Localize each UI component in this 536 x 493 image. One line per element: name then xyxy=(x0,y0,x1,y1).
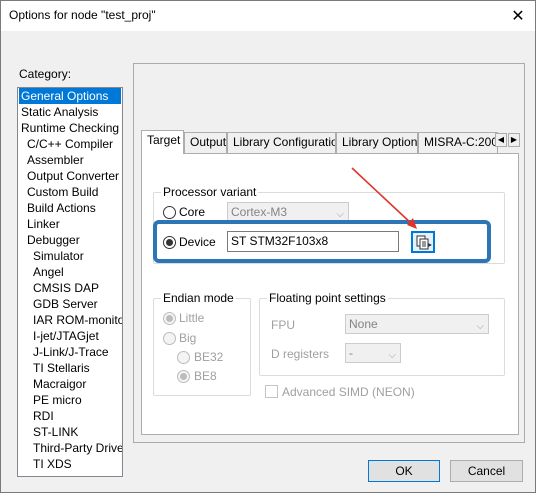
be8-label: BE8 xyxy=(194,369,217,383)
category-item-pe-micro[interactable]: PE micro xyxy=(19,392,121,408)
big-label: Big xyxy=(179,331,197,345)
be32-radio[interactable] xyxy=(177,351,190,364)
be32-label: BE32 xyxy=(194,350,224,364)
d-registers-label: D registers xyxy=(271,347,330,361)
tab-scroll-right-icon[interactable]: ▶ xyxy=(508,133,520,147)
category-item-ijet[interactable]: I-jet/JTAGjet xyxy=(19,328,121,344)
tab-target[interactable]: Target xyxy=(141,130,184,154)
floating-point-title: Floating point settings xyxy=(267,291,388,305)
category-item-runtime-checking[interactable]: Runtime Checking xyxy=(19,120,121,136)
category-item-linker[interactable]: Linker xyxy=(19,216,121,232)
tab-misra-c[interactable]: MISRA-C:2004 xyxy=(418,132,498,153)
category-label: Category: xyxy=(19,67,72,81)
category-item-simulator[interactable]: Simulator xyxy=(19,248,121,264)
category-item-angel[interactable]: Angel xyxy=(19,264,121,280)
floating-point-group: Floating point settings xyxy=(259,291,505,376)
advanced-simd-label: Advanced SIMD (NEON) xyxy=(282,385,415,399)
title-bar: Options for node "test_proj" ✕ xyxy=(1,1,535,31)
category-item-rdi[interactable]: RDI xyxy=(19,408,121,424)
d-registers-select[interactable]: - ⌵ xyxy=(345,343,401,363)
d-registers-value: - xyxy=(349,346,353,360)
category-item-iar-rom-monitor[interactable]: IAR ROM-monitor xyxy=(19,312,122,328)
processor-variant-title: Processor variant xyxy=(161,185,259,199)
fpu-select-value: None xyxy=(349,317,378,331)
category-list[interactable]: General Options Static Analysis Runtime … xyxy=(17,87,123,477)
tab-library-configuration[interactable]: Library Configuration xyxy=(227,132,336,153)
category-item-output-converter[interactable]: Output Converter xyxy=(19,168,121,184)
endian-mode-title: Endian mode xyxy=(161,291,236,305)
cancel-button[interactable]: Cancel xyxy=(450,460,523,482)
radio-dot-icon xyxy=(180,373,187,380)
category-item-jlink[interactable]: J-Link/J-Trace xyxy=(19,344,121,360)
radio-dot-icon xyxy=(166,315,173,322)
tab-library-options[interactable]: Library Options xyxy=(336,132,418,153)
annotation-arrow-icon xyxy=(351,167,417,229)
category-item-static-analysis[interactable]: Static Analysis xyxy=(19,104,121,120)
window-title: Options for node "test_proj" xyxy=(9,8,156,22)
chevron-down-icon: ⌵ xyxy=(388,350,396,361)
category-item-macraigor[interactable]: Macraigor xyxy=(19,376,121,392)
tab-output[interactable]: Output xyxy=(184,132,227,153)
fpu-label: FPU xyxy=(271,318,295,332)
category-item-build-actions[interactable]: Build Actions xyxy=(19,200,121,216)
category-item-general-options[interactable]: General Options xyxy=(19,88,121,104)
options-dialog: Options for node "test_proj" ✕ Category:… xyxy=(0,0,536,493)
ok-button[interactable]: OK xyxy=(368,460,440,482)
category-item-st-link[interactable]: ST-LINK xyxy=(19,424,121,440)
category-item-cmsis-dap[interactable]: CMSIS DAP xyxy=(19,280,121,296)
be8-radio[interactable] xyxy=(177,370,190,383)
device-highlight-box xyxy=(153,220,491,263)
core-radio[interactable] xyxy=(163,206,176,219)
category-item-ti-stellaris[interactable]: TI Stellaris xyxy=(19,360,121,376)
category-item-cpp-compiler[interactable]: C/C++ Compiler xyxy=(19,136,121,152)
category-item-custom-build[interactable]: Custom Build xyxy=(19,184,121,200)
advanced-simd-checkbox[interactable] xyxy=(265,385,278,398)
core-select[interactable]: Cortex-M3 ⌵ xyxy=(227,202,349,222)
big-radio[interactable] xyxy=(163,332,176,345)
close-icon[interactable]: ✕ xyxy=(507,5,529,27)
tab-scroll-left-icon[interactable]: ◀ xyxy=(495,133,507,147)
core-label: Core xyxy=(179,205,206,219)
category-item-third-party-driver[interactable]: Third-Party Driver xyxy=(19,440,122,456)
little-radio[interactable] xyxy=(163,312,176,325)
core-select-value: Cortex-M3 xyxy=(231,205,288,219)
little-label: Little xyxy=(179,311,205,325)
category-item-assembler[interactable]: Assembler xyxy=(19,152,121,168)
category-item-ti-xds[interactable]: TI XDS xyxy=(19,456,121,472)
chevron-down-icon: ⌵ xyxy=(476,321,484,332)
fpu-select[interactable]: None ⌵ xyxy=(345,314,489,334)
category-item-gdb-server[interactable]: GDB Server xyxy=(19,296,121,312)
category-item-debugger[interactable]: Debugger xyxy=(19,232,121,248)
